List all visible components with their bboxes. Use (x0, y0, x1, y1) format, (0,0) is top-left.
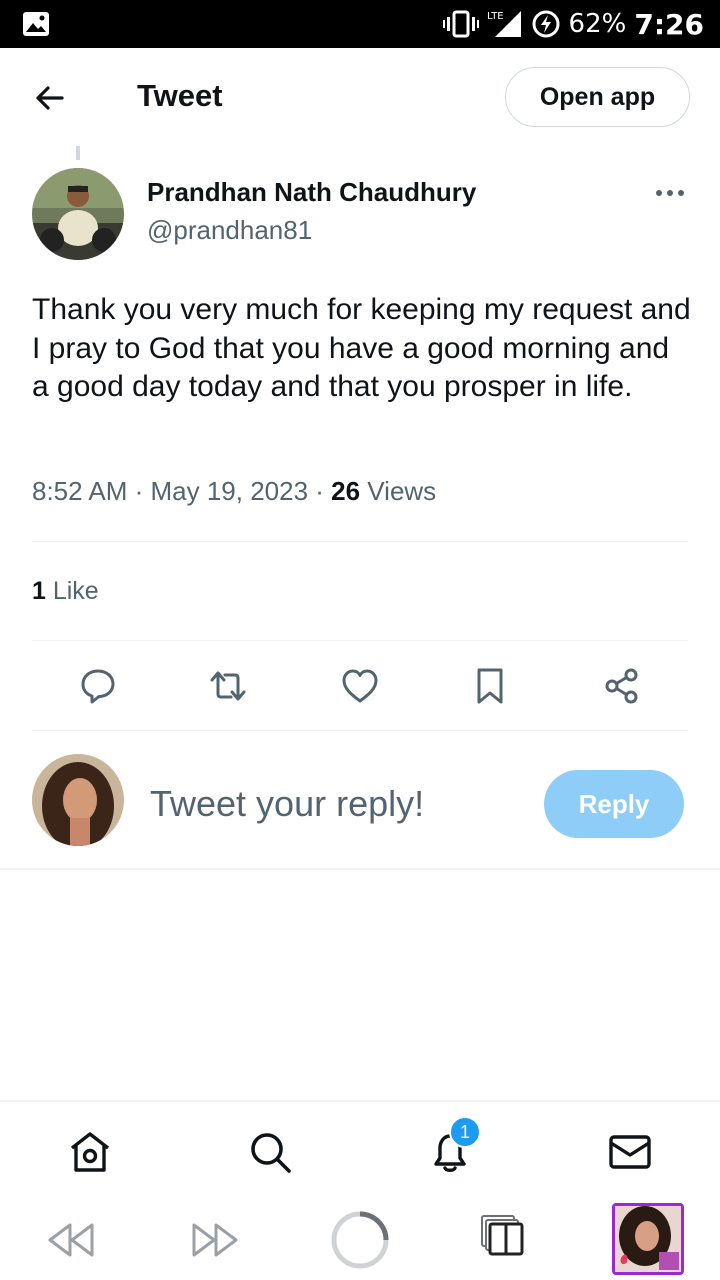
tweet-text: Thank you very much for keeping my reque… (32, 293, 691, 403)
clock: 7:26 (634, 7, 704, 41)
bottom-tab-bar (0, 1102, 720, 1202)
divider (32, 730, 688, 731)
tweet-actions (32, 660, 688, 714)
back-icon[interactable] (46, 1220, 96, 1260)
likes-count: 1 (32, 577, 46, 605)
author-name[interactable]: Prandhan Nath Chaudhury (147, 177, 476, 208)
user-avatar (32, 754, 124, 846)
tweet-timestamp[interactable]: 8:52 AM · May 19, 2023 · (32, 476, 331, 506)
messages-icon[interactable] (606, 1128, 654, 1176)
reply-icon[interactable] (78, 666, 118, 706)
likes-summary[interactable]: 1 Like (32, 577, 99, 606)
forward-icon[interactable] (190, 1220, 240, 1260)
page-title: Tweet (137, 78, 223, 113)
browser-nav-bar (0, 1200, 720, 1280)
retweet-icon[interactable] (208, 666, 248, 706)
search-icon[interactable] (246, 1128, 294, 1176)
back-arrow-icon[interactable] (30, 78, 70, 118)
like-icon[interactable] (340, 666, 380, 706)
home-icon[interactable] (66, 1128, 114, 1176)
image-icon (23, 12, 49, 36)
profile-thumbnail[interactable] (612, 1203, 684, 1275)
divider (32, 541, 688, 542)
tweet-meta: 8:52 AM · May 19, 2023 · 26 Views (32, 476, 436, 507)
network-label: LTE (487, 11, 504, 22)
views-label: Views (360, 476, 437, 506)
tabs-icon[interactable] (480, 1214, 526, 1258)
header: Tweet Open app (0, 48, 720, 144)
divider (0, 868, 720, 870)
author-avatar[interactable] (32, 168, 124, 260)
vibrate-icon (442, 10, 479, 38)
divider (32, 640, 688, 641)
battery-saver-icon (532, 10, 560, 38)
bookmark-icon[interactable] (470, 666, 510, 706)
likes-label: Like (45, 577, 99, 605)
views-count: 26 (331, 476, 361, 506)
open-app-button[interactable]: Open app (505, 67, 690, 127)
loading-icon[interactable] (330, 1210, 390, 1270)
reply-input[interactable]: Tweet your reply! (150, 783, 424, 825)
author-handle[interactable]: @prandhan81 (147, 215, 312, 246)
notification-badge: 1 (449, 1116, 481, 1148)
share-icon[interactable] (602, 666, 642, 706)
reply-button[interactable]: Reply (544, 770, 684, 838)
signal-icon: LTE (487, 11, 521, 37)
status-bar: LTE 62% 7:26 (0, 0, 720, 48)
battery-percent: 62% (568, 9, 627, 39)
more-options-icon[interactable] (654, 186, 686, 200)
thread-line (76, 146, 80, 160)
